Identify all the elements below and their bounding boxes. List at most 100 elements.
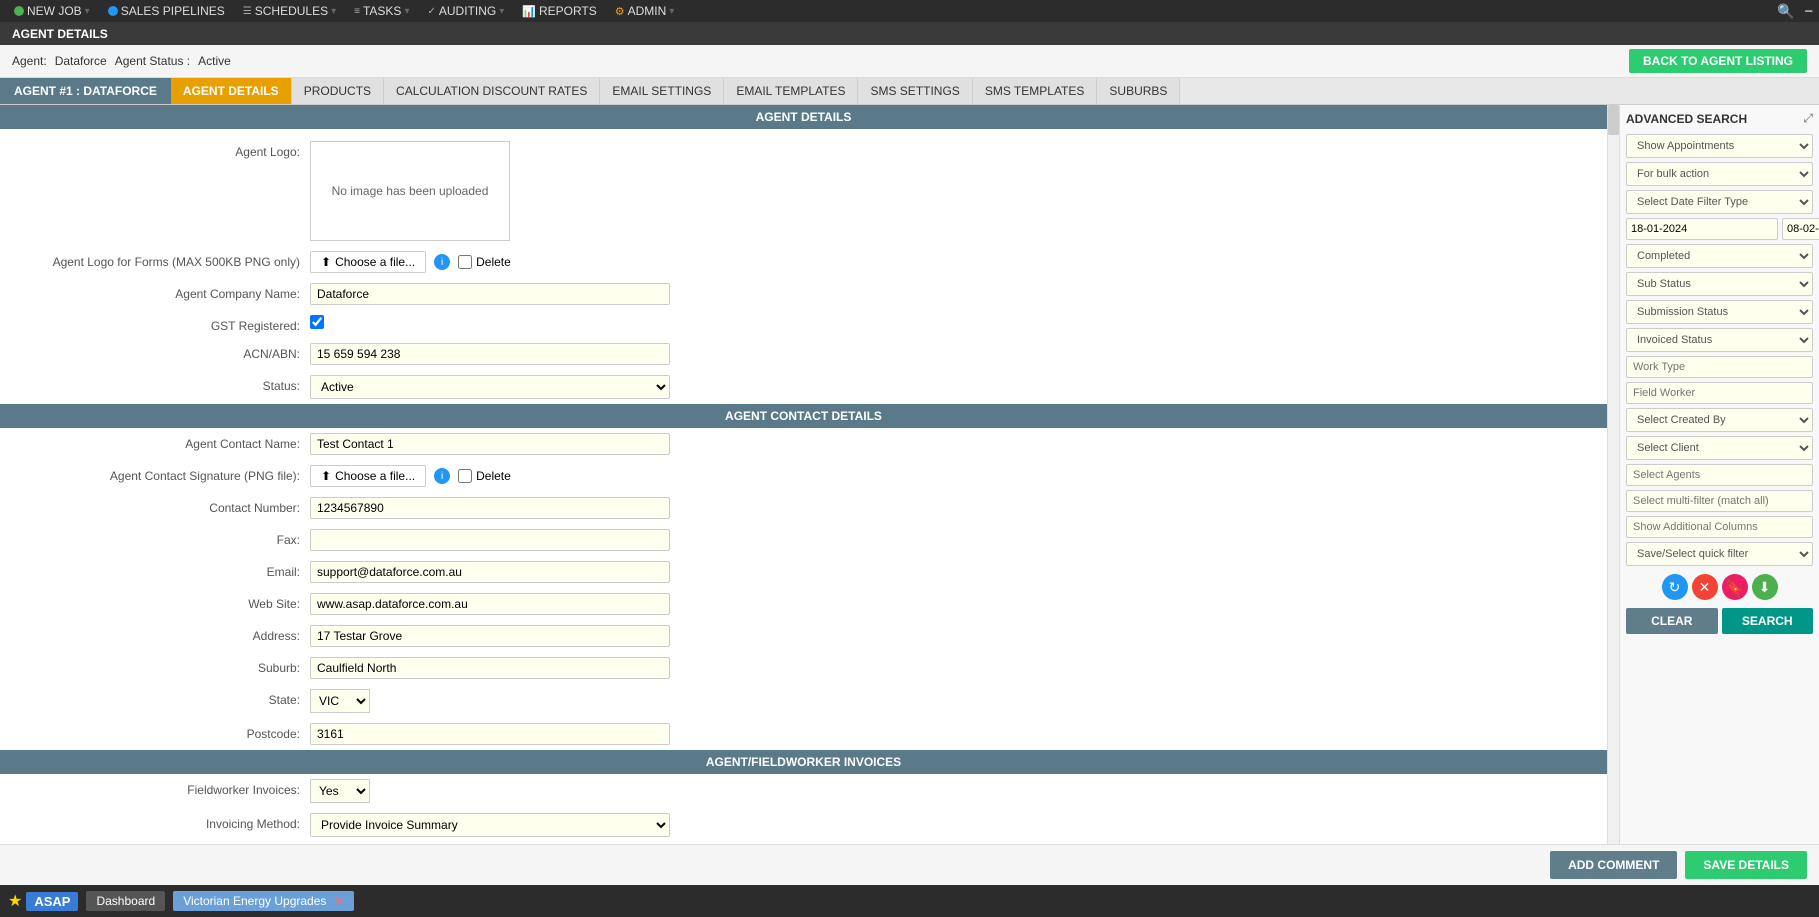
save-quick-filter-select[interactable]: Save/Select quick filter <box>1626 542 1813 566</box>
acn-input[interactable] <box>310 343 670 365</box>
nav-schedules[interactable]: ☰ SCHEDULES ▾ <box>235 2 344 20</box>
tab-suburbs[interactable]: SUBURBS <box>1097 78 1180 104</box>
nav-reports[interactable]: 📊 REPORTS <box>514 2 605 20</box>
sales-pipelines-icon <box>108 6 118 16</box>
agent-status-value: Active <box>198 54 231 68</box>
completed-select[interactable]: Completed <box>1626 244 1813 268</box>
search-button[interactable]: SEARCH <box>1722 608 1814 634</box>
work-type-input[interactable] <box>1626 356 1813 378</box>
form-row-status: Status: Active <box>0 370 1607 404</box>
date-filter-type-select[interactable]: Select Date Filter Type <box>1626 190 1813 214</box>
invoiced-status-select[interactable]: Invoiced Status <box>1626 328 1813 352</box>
form-row-postcode: Postcode: <box>0 718 1607 750</box>
form-row-agent-logo-forms: Agent Logo for Forms (MAX 500KB PNG only… <box>0 246 1607 278</box>
save-details-button[interactable]: SAVE DETAILS <box>1685 851 1807 879</box>
taskbar-tab-dashboard[interactable]: Dashboard <box>86 891 165 911</box>
multi-filter-input[interactable] <box>1626 490 1813 512</box>
bottom-bar: ADD COMMENT SAVE DETAILS <box>0 844 1819 885</box>
nav-admin[interactable]: ⚙ ADMIN ▾ <box>607 2 683 20</box>
tab-sms-templates[interactable]: SMS TEMPLATES <box>973 78 1098 104</box>
sub-status-select[interactable]: Sub Status <box>1626 272 1813 296</box>
tab-calculation-discount-rates[interactable]: CALCULATION DISCOUNT RATES <box>384 78 600 104</box>
signature-upload-icon: ⬆ <box>321 469 331 483</box>
fax-input[interactable] <box>310 529 670 551</box>
form-row-fieldworker-invoices: Fieldworker Invoices: Yes No <box>0 774 1607 808</box>
suburb-input[interactable] <box>310 657 670 679</box>
contact-signature-control: ⬆ Choose a file... i Delete <box>310 465 670 487</box>
tab-row: AGENT #1 : DATAFORCE AGENT DETAILS PRODU… <box>0 78 1819 105</box>
form-row-email: Email: <box>0 556 1607 588</box>
signature-info-icon[interactable]: i <box>434 468 450 484</box>
nav-new-job[interactable]: NEW JOB ▾ <box>6 2 98 20</box>
email-input[interactable] <box>310 561 670 583</box>
form-row-gst: GST Registered: <box>0 310 1607 338</box>
suburb-control <box>310 657 670 679</box>
signature-choose-file-button[interactable]: ⬆ Choose a file... <box>310 465 426 487</box>
tab-products[interactable]: PRODUCTS <box>292 78 384 104</box>
gst-control <box>310 315 670 332</box>
advanced-search-panel: ADVANCED SEARCH ⤢ Show Appointments For … <box>1619 105 1819 844</box>
tab-email-templates[interactable]: EMAIL TEMPLATES <box>724 78 858 104</box>
contact-number-input[interactable] <box>310 497 670 519</box>
submission-status-select[interactable]: Submission Status <box>1626 300 1813 324</box>
form-area: AGENT DETAILS Agent Logo: No image has b… <box>0 105 1607 844</box>
show-additional-columns-input[interactable] <box>1626 516 1813 538</box>
status-select[interactable]: Active <box>310 375 670 399</box>
agent-label: Agent: <box>12 54 47 68</box>
bulk-action-select[interactable]: For bulk action <box>1626 162 1813 186</box>
website-input[interactable] <box>310 593 670 615</box>
gst-label: GST Registered: <box>20 315 300 333</box>
clear-button[interactable]: CLEAR <box>1626 608 1718 634</box>
address-input[interactable] <box>310 625 670 647</box>
signature-delete-row: Delete <box>458 469 511 483</box>
form-row-address: Address: <box>0 620 1607 652</box>
acn-label: ACN/ABN: <box>20 343 300 361</box>
tab-sms-settings[interactable]: SMS SETTINGS <box>858 78 972 104</box>
advanced-search-header: ADVANCED SEARCH ⤢ <box>1626 111 1813 126</box>
taskbar-tab-victorian[interactable]: Victorian Energy Upgrades ✕ <box>173 891 353 911</box>
info-icon[interactable]: i <box>434 254 450 270</box>
select-agents-input[interactable] <box>1626 464 1813 486</box>
contact-name-control <box>310 433 670 455</box>
state-select[interactable]: VIC <box>310 689 370 713</box>
postcode-control <box>310 723 670 745</box>
date-from-input[interactable] <box>1626 218 1778 240</box>
upload-icon: ⬆ <box>321 255 331 269</box>
search-icon[interactable]: 🔍 <box>1777 3 1794 20</box>
minimize-button[interactable]: 🗕 <box>1805 1 1814 22</box>
nav-sales-pipelines[interactable]: SALES PIPELINES <box>100 2 233 20</box>
refresh-button[interactable]: ↻ <box>1662 574 1688 600</box>
cancel-filter-button[interactable]: ✕ <box>1692 574 1718 600</box>
taskbar-star-icon: ★ <box>8 891 22 911</box>
download-button[interactable]: ⬇ <box>1752 574 1778 600</box>
nav-tasks[interactable]: ≡ TASKS ▾ <box>346 2 417 20</box>
back-to-agent-listing-button[interactable]: BACK TO AGENT LISTING <box>1629 49 1807 73</box>
select-client-select[interactable]: Select Client <box>1626 436 1813 460</box>
tab-email-settings[interactable]: EMAIL SETTINGS <box>600 78 724 104</box>
agent-logo-forms-label: Agent Logo for Forms (MAX 500KB PNG only… <box>20 251 300 269</box>
contact-name-input[interactable] <box>310 433 670 455</box>
signature-delete-checkbox[interactable] <box>458 469 472 483</box>
nav-auditing[interactable]: ✓ AUDITING ▾ <box>419 2 512 20</box>
invoicing-method-select[interactable]: Provide Invoice Summary <box>310 813 670 837</box>
date-to-input[interactable] <box>1782 218 1819 240</box>
save-filter-button[interactable]: 🔖 <box>1722 574 1748 600</box>
fieldworker-invoices-select[interactable]: Yes No <box>310 779 370 803</box>
form-row-acn: ACN/ABN: <box>0 338 1607 370</box>
gst-checkbox[interactable] <box>310 315 324 329</box>
field-worker-input[interactable] <box>1626 382 1813 404</box>
top-navigation: NEW JOB ▾ SALES PIPELINES ☰ SCHEDULES ▾ … <box>0 0 1819 22</box>
tab-agent-details[interactable]: AGENT DETAILS <box>171 78 292 104</box>
advanced-search-expand-icon[interactable]: ⤢ <box>1803 111 1813 126</box>
select-created-by-select[interactable]: Select Created By <box>1626 408 1813 432</box>
choose-file-button[interactable]: ⬆ Choose a file... <box>310 251 426 273</box>
status-control: Active <box>310 375 670 399</box>
delete-checkbox[interactable] <box>458 255 472 269</box>
website-label: Web Site: <box>20 593 300 611</box>
company-name-input[interactable] <box>310 283 670 305</box>
invoicing-method-control: Provide Invoice Summary <box>310 813 670 837</box>
taskbar-close-icon[interactable]: ✕ <box>334 895 343 908</box>
add-comment-button[interactable]: ADD COMMENT <box>1550 851 1677 879</box>
postcode-input[interactable] <box>310 723 670 745</box>
show-appointments-select[interactable]: Show Appointments <box>1626 134 1813 158</box>
